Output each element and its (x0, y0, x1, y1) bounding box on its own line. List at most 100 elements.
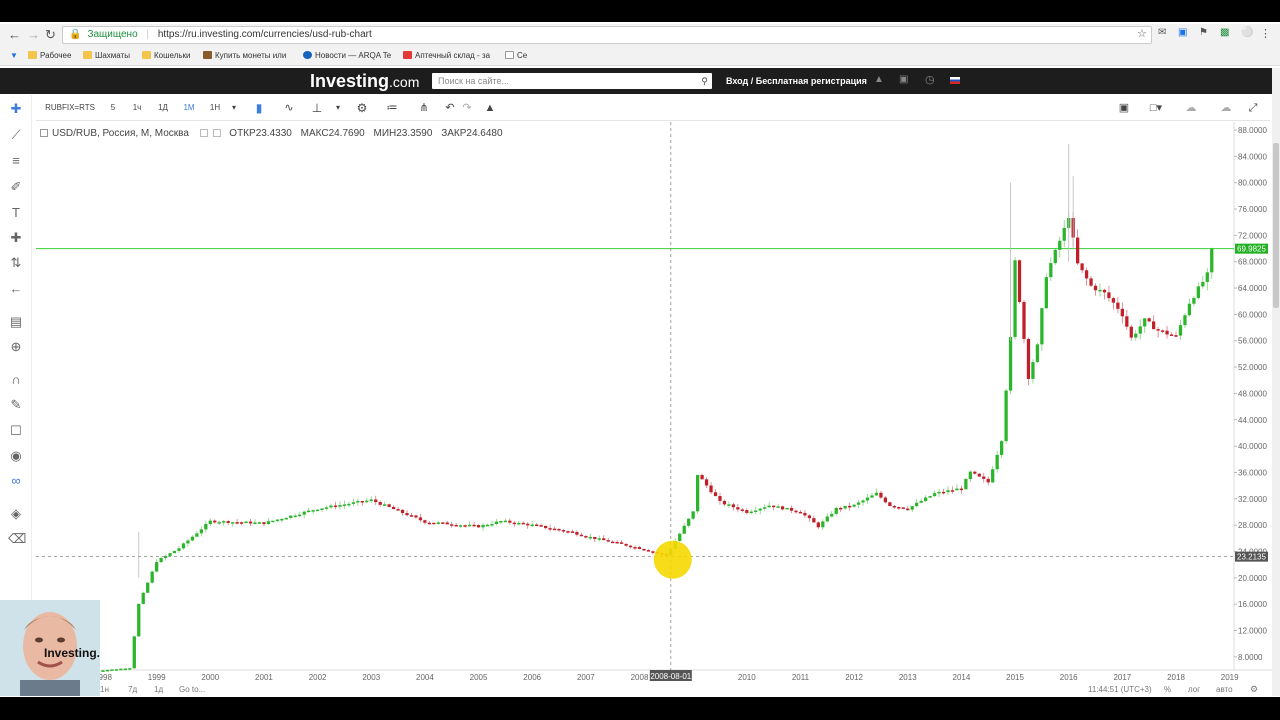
range-0[interactable]: 1н (100, 685, 109, 694)
bell-icon[interactable]: ▲ (874, 74, 884, 85)
lock-drawings-icon[interactable]: ✎ (8, 397, 24, 413)
price-chart[interactable]: 8.000012.000016.000020.000024.000028.000… (36, 122, 1272, 682)
candle-body (731, 504, 736, 508)
candle-body (485, 524, 490, 527)
candle-body (137, 603, 141, 637)
percent-toggle[interactable]: % (1164, 685, 1171, 694)
cloud-upload-icon[interactable]: ☁ (1216, 100, 1236, 116)
redo-icon[interactable]: ↷ (460, 100, 474, 116)
candles-icon[interactable]: ▮ (252, 100, 266, 116)
scroll-thumb[interactable] (1273, 143, 1279, 308)
reload-icon[interactable]: ↻ (45, 27, 56, 43)
candle-body (794, 510, 798, 513)
range-2[interactable]: 1д (154, 685, 163, 694)
bookmark-6[interactable]: Се (505, 51, 527, 60)
interval-3[interactable]: 1М (181, 100, 197, 116)
extension-shield-icon[interactable]: ⚪ (1241, 27, 1253, 38)
legend-eye-icon[interactable] (199, 129, 208, 137)
interval-dropdown-icon[interactable]: ▾ (229, 100, 239, 116)
briefcase-icon[interactable]: ▣ (899, 74, 908, 85)
measure-icon[interactable]: ⇅ (8, 255, 24, 271)
apps-icon[interactable]: ▼ (10, 51, 18, 60)
menu-icon[interactable]: ⋮ (1260, 27, 1271, 40)
candle-body (771, 505, 776, 508)
candle-body (266, 521, 271, 525)
x-tick-label: 2001 (255, 673, 273, 682)
flag-ru-icon[interactable] (950, 77, 960, 84)
bookmark-4[interactable]: Новости — ARQA Te (303, 51, 391, 60)
line-chart-icon[interactable]: ∿ (281, 100, 297, 116)
layers-icon[interactable]: ◈ (8, 506, 24, 522)
camera-icon[interactable]: ▣ (1116, 100, 1132, 116)
candle-body (472, 524, 476, 527)
settings-gear-icon[interactable]: ⚙ (355, 100, 369, 116)
interval-2[interactable]: 1Д (155, 100, 171, 116)
candle-body (400, 509, 405, 514)
layout-select-icon[interactable]: □▾ (1144, 100, 1168, 116)
brush-icon[interactable]: ✐ (8, 179, 24, 195)
search-icon[interactable]: ⚲ (701, 73, 708, 89)
cloud-save-icon[interactable]: ☁ (1181, 100, 1201, 116)
forward-icon[interactable]: → (27, 27, 40, 42)
chart-type-dropdown-icon[interactable]: ▾ (333, 100, 343, 116)
auto-toggle[interactable]: авто (1216, 685, 1233, 694)
url-field[interactable]: 🔒 Защищено | https://ru.investing.com/cur… (62, 26, 1152, 44)
extension-flag-icon[interactable]: ⚑ (1199, 27, 1208, 38)
site-logo[interactable]: Investing.com (310, 71, 419, 92)
bookmark-5[interactable]: Аптечный склад - за (403, 51, 490, 60)
candle-body (190, 536, 195, 541)
ruler-icon[interactable]: ▤ (8, 314, 24, 330)
lock-icon[interactable]: ☐ (8, 423, 24, 439)
log-toggle[interactable]: лог (1188, 685, 1200, 694)
last-price-label: 69.9825 (1237, 245, 1266, 254)
site-search-input[interactable]: Поиск на сайте... ⚲ (432, 73, 712, 89)
interval-0[interactable]: 5 (106, 100, 120, 116)
trendline-icon[interactable]: ⟋ (8, 127, 24, 143)
arrow-left-icon[interactable]: ← (8, 281, 24, 297)
interval-4[interactable]: 1Н (207, 100, 223, 116)
back-icon[interactable]: ← (8, 27, 21, 42)
zoom-icon[interactable]: ⊕ (8, 339, 24, 355)
candle-body (396, 509, 400, 511)
extension-mail-icon[interactable]: ✉ (1158, 27, 1166, 38)
page-scrollbar[interactable] (1272, 68, 1280, 696)
candle-body (1098, 289, 1102, 292)
bookmark-0[interactable]: Рабочее (28, 51, 71, 60)
collapse-legend-icon[interactable] (40, 129, 48, 137)
candle-body (1147, 318, 1151, 322)
undo-icon[interactable]: ↶ (443, 100, 457, 116)
candle-body (436, 522, 440, 524)
candle-body (275, 519, 279, 522)
y-tick-label: 56.0000 (1238, 337, 1267, 346)
legend-settings-icon[interactable] (212, 129, 221, 137)
link-icon[interactable]: ∞ (8, 473, 24, 489)
fullscreen-icon[interactable]: ⤢ (1246, 100, 1260, 116)
symbol-field[interactable]: RUBFIX=RTS (41, 100, 99, 116)
extension-square-icon[interactable]: ▣ (1178, 27, 1187, 38)
bookmark-3[interactable]: Купить монеты или (203, 51, 286, 60)
pattern-icon[interactable]: ✚ (8, 230, 24, 246)
bars-icon[interactable]: ⊥ (310, 100, 324, 116)
trash-icon[interactable]: ⌫ (8, 531, 26, 547)
interval-1[interactable]: 1ч (130, 100, 144, 116)
footer-settings-icon[interactable]: ⚙ (1250, 684, 1258, 695)
fib-icon[interactable]: ≡ (8, 153, 24, 169)
candle-body (964, 479, 968, 490)
goto-link[interactable]: Go to... (179, 685, 205, 694)
magnet-icon[interactable]: ∩ (8, 372, 24, 388)
bookmark-2[interactable]: Кошельки (142, 51, 191, 60)
alert-icon[interactable]: ▲ (483, 100, 497, 116)
text-icon[interactable]: T (8, 205, 24, 221)
x-tick-label: 2019 (1221, 673, 1239, 682)
star-icon[interactable]: ☆ (1137, 27, 1147, 40)
clock-icon[interactable]: ◷ (925, 73, 935, 86)
candle-body (517, 522, 521, 525)
eye-icon[interactable]: ◉ (8, 448, 24, 464)
bookmark-1[interactable]: Шахматы (83, 51, 130, 60)
compare-icon[interactable]: ⋔ (416, 100, 432, 116)
extension-box-icon[interactable]: ▩ (1220, 27, 1229, 38)
login-link[interactable]: Вход / Бесплатная регистрация (726, 76, 867, 86)
crosshair-icon[interactable]: ✚ (8, 101, 24, 117)
indicators-icon[interactable]: ≔ (384, 100, 400, 116)
range-1[interactable]: 7д (128, 685, 137, 694)
